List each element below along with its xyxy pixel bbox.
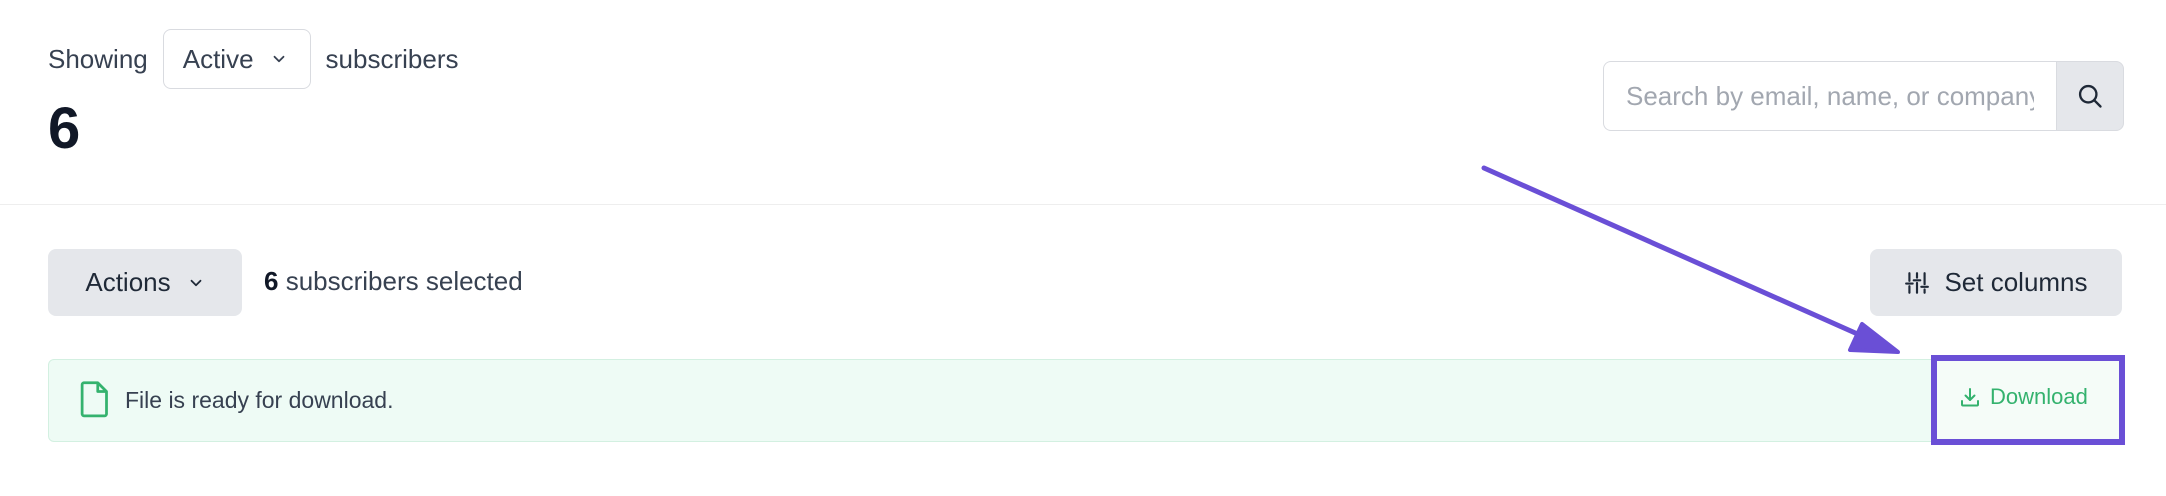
search-button[interactable] xyxy=(2056,61,2124,131)
download-button[interactable]: Download xyxy=(1958,384,2088,410)
search-bar xyxy=(1603,61,2124,131)
status-select-value: Active xyxy=(182,43,254,74)
subscribers-label: subscribers xyxy=(325,43,459,74)
status-select[interactable]: Active xyxy=(162,29,311,89)
showing-label: Showing xyxy=(48,43,148,74)
showing-row: Showing Active subscribers xyxy=(48,29,458,89)
download-label: Download xyxy=(1990,384,2088,409)
selected-count: 6 xyxy=(264,266,279,296)
set-columns-button[interactable]: Set columns xyxy=(1870,249,2122,316)
chevron-down-icon xyxy=(273,55,284,63)
download-icon xyxy=(1961,388,1979,407)
set-columns-label: Set columns xyxy=(1944,267,2088,297)
subscribers-page: Showing Active subscribers 6 Actions xyxy=(0,0,2166,496)
subscribers-header: Showing Active subscribers 6 xyxy=(0,0,2166,205)
notice-message: File is ready for download. xyxy=(125,387,394,413)
search-input[interactable] xyxy=(1603,61,2056,131)
search-icon xyxy=(2078,84,2102,108)
sliders-icon xyxy=(1905,271,1930,294)
chevron-down-icon xyxy=(190,279,202,286)
download-notice: File is ready for download. xyxy=(48,359,2122,442)
actions-button[interactable]: Actions xyxy=(48,249,242,316)
file-icon xyxy=(80,381,108,418)
selection-summary: 6 subscribers selected xyxy=(264,266,523,297)
actions-button-label: Actions xyxy=(85,267,171,297)
subscriber-count: 6 xyxy=(48,96,81,161)
selected-suffix: subscribers selected xyxy=(285,266,523,296)
